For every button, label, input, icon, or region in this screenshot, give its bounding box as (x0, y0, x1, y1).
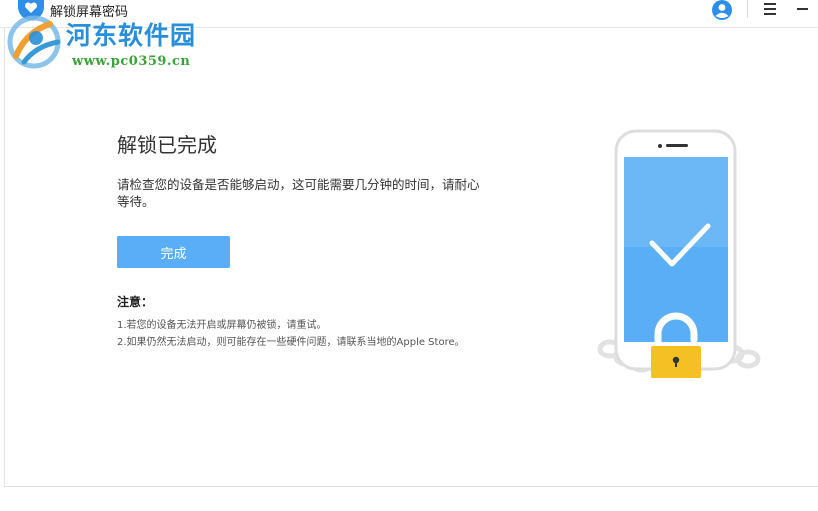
app-title: 解锁屏幕密码 (50, 5, 129, 20)
minimize-icon[interactable] (795, 0, 811, 18)
description-text: 请检查您的设备是否能够启动，这可能需要几分钟的时间，请耐心等待。 (117, 177, 480, 209)
user-account-icon[interactable] (711, 0, 733, 21)
phone-icon (614, 129, 737, 371)
titlebar-divider (747, 0, 748, 18)
padlock-icon (651, 346, 701, 378)
app-heart-icon (18, 0, 44, 20)
note-item-1: 1.若您的设备无法开启或屏幕仍被锁，请重试。 (117, 320, 327, 331)
phone-unlocked-illustration (597, 129, 761, 378)
title-bar: 解锁屏幕密码 (0, 0, 818, 28)
note-list: 1.若您的设备无法开启或屏幕仍被锁，请重试。 2.如果仍然无法启动，则可能存在一… (117, 317, 477, 351)
page-title: 解锁已完成 (117, 133, 217, 157)
menu-icon[interactable] (764, 0, 780, 18)
note-item-2: 2.如果仍然无法启动，则可能存在一些硬件问题，请联系当地的Apple Store… (117, 337, 465, 348)
done-button[interactable]: 完成 (117, 236, 230, 268)
app-window: 解锁屏幕密码 河东软件园 www.pc0359.cn 解锁已完成 请检查您的设备… (0, 0, 818, 511)
note-title: 注意： (117, 295, 154, 309)
